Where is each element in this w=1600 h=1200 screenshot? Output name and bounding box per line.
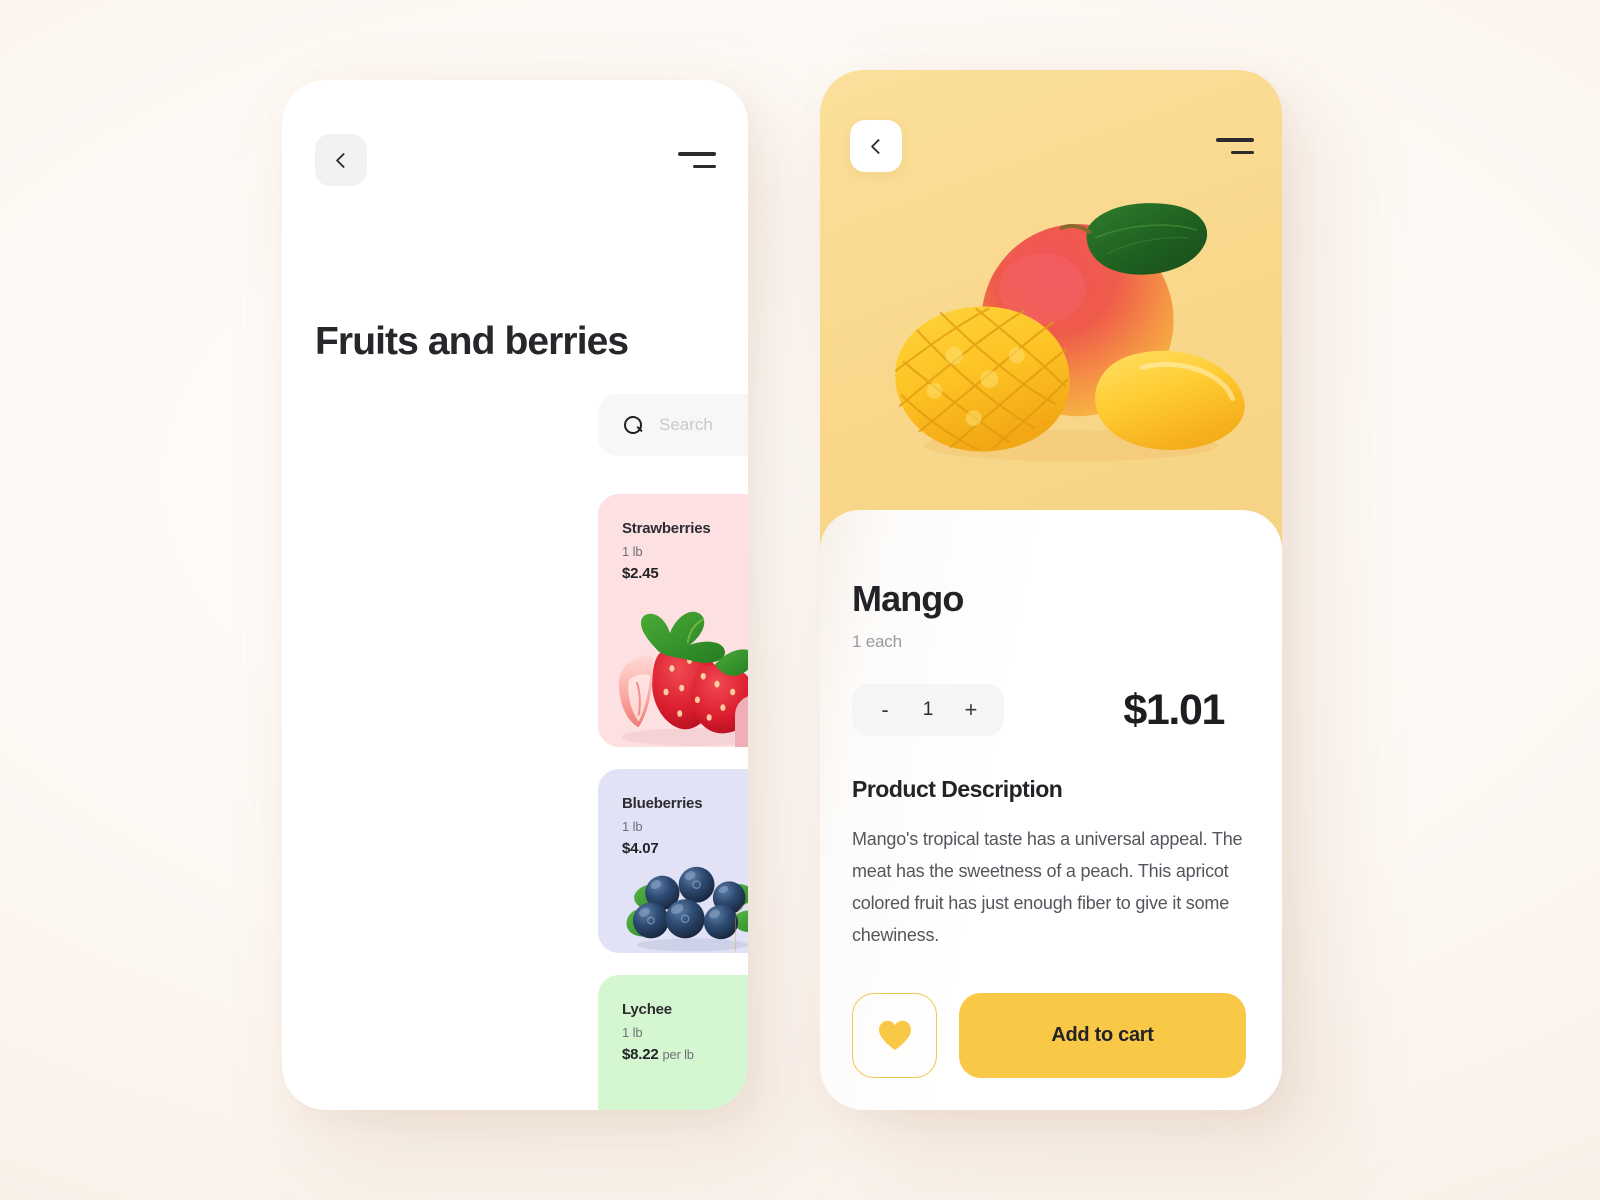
action-row: Add to cart [852, 993, 1246, 1078]
description-heading: Product Description [852, 776, 1063, 802]
product-title: Mango [852, 578, 964, 619]
add-to-cart-button[interactable]: Add to cart [959, 993, 1246, 1078]
detail-header [850, 118, 1254, 174]
product-price: $8.22 per lb [622, 1046, 694, 1063]
product-card[interactable]: Lychee 1 lb $8.22 per lb [598, 975, 748, 1110]
product-detail-sheet: Mango 1 each - 1 + $1.01 Product Descrip… [820, 510, 1282, 1110]
product-name: Strawberries [622, 520, 711, 537]
hamburger-menu-icon[interactable] [678, 152, 716, 168]
product-column-left: Strawberries 1 lb $2.45 Blueberries 1 lb… [598, 494, 748, 1110]
quantity-price-row: - 1 + $1.01 [852, 684, 1246, 736]
product-weight: 1 lb [622, 819, 643, 834]
catalog-header [315, 132, 716, 188]
product-name: Lychee [622, 1001, 672, 1018]
search-icon [624, 415, 643, 435]
search-bar[interactable]: Search [598, 394, 748, 456]
chevron-left-icon [335, 152, 351, 168]
product-subtitle: 1 each [852, 632, 902, 651]
product-price: $4.07 [622, 840, 659, 857]
page-title: Fruits and berries [315, 320, 629, 363]
product-price: $2.45 [622, 565, 659, 582]
back-button[interactable] [315, 134, 367, 186]
search-input[interactable]: Search [659, 415, 713, 435]
hamburger-menu-icon[interactable] [1216, 138, 1254, 154]
product-weight: 1 lb [622, 544, 643, 559]
product-hero [820, 70, 1282, 575]
phone-detail-screen: Mango 1 each - 1 + $1.01 Product Descrip… [820, 70, 1282, 1110]
product-weight: 1 lb [622, 1025, 643, 1040]
product-image [598, 590, 748, 747]
phone-catalog-screen: Fruits and berries Search Strawberries 1… [282, 80, 748, 1110]
product-card[interactable]: Strawberries 1 lb $2.45 [598, 494, 748, 747]
mango-photo [860, 180, 1252, 480]
decrease-quantity-button[interactable]: - [872, 699, 898, 721]
chevron-left-icon [870, 138, 886, 154]
product-price: $1.01 [1123, 685, 1225, 734]
increase-quantity-button[interactable]: + [958, 699, 984, 721]
app-background: Fruits and berries Search Strawberries 1… [0, 0, 1600, 1200]
quantity-value: 1 [922, 699, 934, 720]
description-text: Mango's tropical taste has a universal a… [852, 829, 1243, 945]
back-button[interactable] [850, 120, 902, 172]
product-name: Blueberries [622, 795, 703, 812]
heart-icon [878, 1020, 911, 1050]
product-image [598, 1070, 748, 1110]
product-grid: Strawberries 1 lb $2.45 Blueberries 1 lb… [598, 494, 748, 1110]
product-card[interactable]: Blueberries 1 lb $4.07 [598, 769, 748, 953]
quantity-stepper[interactable]: - 1 + [852, 684, 1004, 736]
favorite-button[interactable] [852, 993, 937, 1078]
